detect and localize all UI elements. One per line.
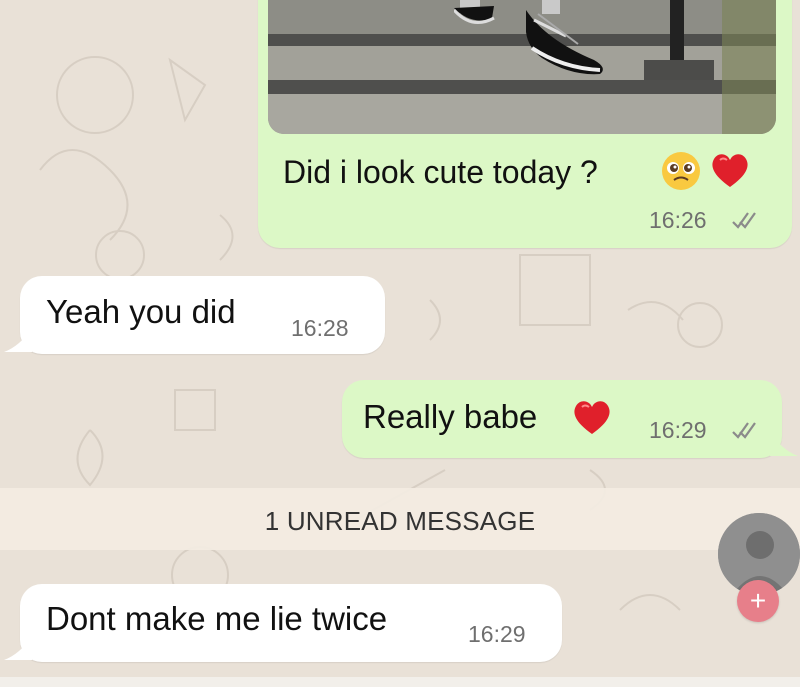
pleading-face-icon	[660, 150, 702, 192]
red-heart-icon	[570, 395, 614, 437]
message-timestamp: 16:29	[468, 621, 526, 647]
message-text: Did i look cute today ?	[283, 154, 598, 190]
unread-messages-label: 1 UNREAD MESSAGE	[264, 506, 536, 536]
sneakers-in-photo	[454, 0, 603, 75]
chat-bottom-edge	[0, 677, 800, 687]
message-text: Dont make me lie twice	[46, 600, 388, 637]
bubble-tail-right	[770, 432, 798, 456]
message-timestamp: 16:29	[649, 417, 707, 443]
message-text: Really babe	[363, 398, 538, 435]
message-timestamp: 16:28	[291, 315, 349, 341]
plus-icon[interactable]: +	[737, 580, 779, 622]
shared-photo[interactable]	[268, 0, 776, 134]
double-check-icon	[732, 422, 756, 439]
double-check-icon	[732, 212, 756, 229]
bubble-tail-left	[4, 328, 32, 352]
red-heart-icon	[708, 148, 752, 190]
message-timestamp: 16:26	[649, 207, 707, 233]
bubble-tail-left	[4, 636, 32, 660]
unread-messages-divider: 1 UNREAD MESSAGE	[0, 488, 800, 550]
message-text: Yeah you did	[46, 293, 236, 330]
